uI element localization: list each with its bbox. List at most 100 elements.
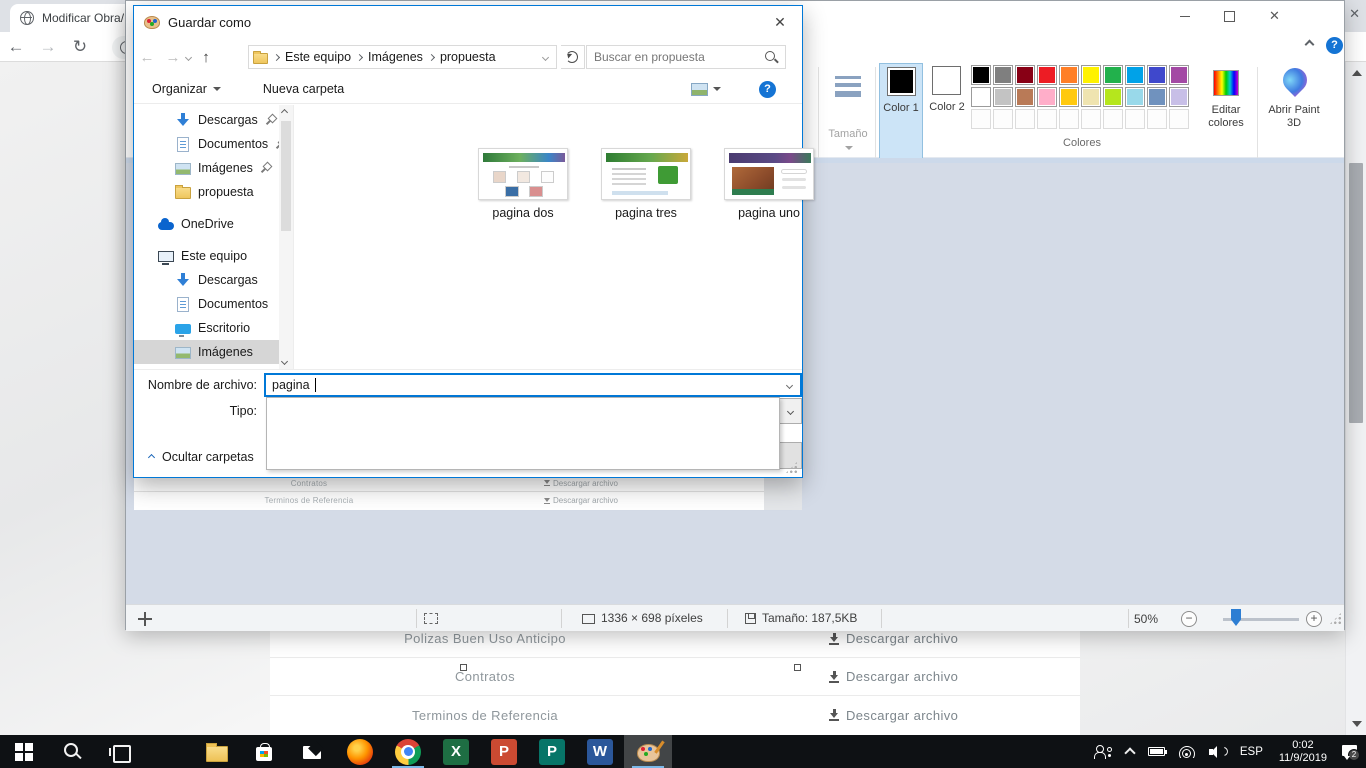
new-folder-button[interactable]: Nueva carpeta (263, 82, 344, 96)
download-link[interactable]: Descargar archivo (700, 669, 958, 684)
palette-color-swatch[interactable] (971, 65, 991, 85)
reload-icon[interactable]: ↻ (64, 37, 96, 57)
canvas-resize-handle-corner[interactable] (794, 664, 801, 671)
sidebar-item-im-genes[interactable]: Imágenes (134, 156, 279, 180)
palette-empty-slot[interactable] (971, 109, 991, 129)
taskbar-powerpoint-button[interactable] (480, 735, 528, 768)
palette-color-swatch[interactable] (1037, 65, 1057, 85)
palette-color-swatch[interactable] (1081, 87, 1101, 107)
scroll-down-icon[interactable] (1352, 721, 1362, 727)
taskbar-start-button[interactable] (0, 735, 48, 768)
palette-empty-slot[interactable] (1081, 109, 1101, 129)
network-button[interactable] (1172, 735, 1202, 768)
organize-button[interactable]: Organizar (152, 82, 221, 96)
minimize-button[interactable] (1162, 1, 1207, 31)
taskbar-word-button[interactable] (576, 735, 624, 768)
file-item[interactable]: pagina tres (596, 148, 696, 220)
breadcrumb-item[interactable]: Este equipo (285, 50, 351, 64)
palette-color-swatch[interactable] (993, 87, 1013, 107)
taskbar-edge-button[interactable] (144, 735, 192, 768)
volume-button[interactable] (1202, 735, 1232, 768)
canvas-resize-handle-bottom[interactable] (460, 664, 467, 671)
scrollbar-thumb[interactable] (1349, 163, 1363, 423)
help-icon[interactable]: ? (759, 81, 776, 98)
maximize-button[interactable] (1207, 1, 1252, 31)
save-button[interactable] (778, 442, 802, 469)
palette-color-swatch[interactable] (971, 87, 991, 107)
filename-autocomplete-panel[interactable] (266, 397, 780, 470)
filename-dropdown-icon[interactable] (786, 382, 793, 389)
sidebar-item-documentos[interactable]: Documentos (134, 292, 279, 316)
forward-icon[interactable]: → (32, 37, 64, 57)
palette-empty-slot[interactable] (1125, 109, 1145, 129)
breadcrumb-item[interactable]: Imágenes (368, 50, 423, 64)
sidebar-item-escritorio[interactable]: Escritorio (134, 316, 279, 340)
file-type-dropdown[interactable] (778, 398, 802, 424)
palette-color-swatch[interactable] (1125, 65, 1145, 85)
taskbar-mail-button[interactable] (288, 735, 336, 768)
palette-color-swatch[interactable] (1103, 87, 1123, 107)
file-item[interactable]: pagina dos (473, 148, 573, 220)
taskbar-firefox-button[interactable] (336, 735, 384, 768)
taskbar-publisher-button[interactable] (528, 735, 576, 768)
download-link[interactable]: Descargar archivo (700, 631, 958, 646)
palette-color-swatch[interactable] (1059, 65, 1079, 85)
palette-color-swatch[interactable] (1059, 87, 1079, 107)
sidebar-item-este-equipo[interactable]: Este equipo (134, 244, 279, 268)
taskbar-paint-button[interactable] (624, 735, 672, 768)
scroll-up-icon[interactable] (1352, 70, 1362, 76)
battery-button[interactable] (1141, 735, 1172, 768)
color1-button[interactable]: Color 1 (879, 63, 923, 163)
action-center-button[interactable]: 2 (1335, 735, 1366, 768)
dialog-close-button[interactable]: ✕ (766, 10, 794, 34)
views-button[interactable] (691, 83, 721, 96)
zoom-out-button[interactable]: − (1181, 611, 1197, 627)
breadcrumb-item[interactable]: propuesta (440, 50, 496, 64)
nav-forward-icon[interactable]: → (160, 49, 186, 66)
breadcrumb-dropdown-icon[interactable] (542, 53, 549, 60)
nav-up-icon[interactable]: ↑ (191, 49, 221, 66)
palette-empty-slot[interactable] (1015, 109, 1035, 129)
paint-help-icon[interactable]: ? (1326, 37, 1343, 54)
breadcrumb[interactable]: Este equipo Imágenes propuesta (248, 45, 557, 69)
palette-color-swatch[interactable] (1125, 87, 1145, 107)
taskbar-excel-button[interactable] (432, 735, 480, 768)
sidebar-item-descargas[interactable]: Descargas (134, 108, 279, 132)
sidebar-item-im-genes[interactable]: Imágenes (134, 340, 279, 364)
people-button[interactable] (1087, 735, 1119, 768)
palette-color-swatch[interactable] (1169, 65, 1189, 85)
palette-color-swatch[interactable] (1015, 87, 1035, 107)
palette-color-swatch[interactable] (1081, 65, 1101, 85)
sidebar-item-documentos[interactable]: Documentos (134, 132, 279, 156)
nav-scrollbar[interactable] (279, 105, 293, 369)
zoom-slider-thumb[interactable] (1231, 609, 1241, 626)
search-box[interactable] (586, 45, 786, 69)
palette-color-swatch[interactable] (1103, 65, 1123, 85)
palette-empty-slot[interactable] (1169, 109, 1189, 129)
download-link[interactable]: Descargar archivo (700, 708, 958, 723)
taskbar-chrome-button[interactable] (384, 735, 432, 768)
clock[interactable]: 0:0211/9/2019 (1271, 735, 1335, 768)
palette-color-swatch[interactable] (1169, 87, 1189, 107)
sidebar-item-onedrive[interactable]: OneDrive (134, 212, 279, 236)
browser-close-icon[interactable]: ✕ (1349, 6, 1360, 22)
palette-color-swatch[interactable] (1015, 65, 1035, 85)
back-icon[interactable]: ← (0, 37, 32, 57)
edit-colors-button[interactable]: Editar colores (1197, 64, 1255, 162)
zoom-in-button[interactable]: + (1306, 611, 1322, 627)
window-resize-grip[interactable] (1329, 612, 1342, 625)
nav-scrollbar-thumb[interactable] (281, 121, 291, 231)
nav-back-icon[interactable]: ← (134, 49, 160, 66)
taskbar-store-button[interactable] (240, 735, 288, 768)
taskbar-task-view-button[interactable] (96, 735, 144, 768)
palette-empty-slot[interactable] (993, 109, 1013, 129)
search-input[interactable] (587, 50, 764, 64)
open-paint3d-button[interactable]: Abrir Paint 3D (1266, 64, 1322, 162)
refresh-button[interactable] (561, 45, 585, 69)
dialog-titlebar[interactable]: Guardar como ✕ (134, 6, 802, 38)
palette-empty-slot[interactable] (1037, 109, 1057, 129)
palette-color-swatch[interactable] (993, 65, 1013, 85)
nav-scroll-down-icon[interactable] (281, 358, 288, 365)
sidebar-item-descargas[interactable]: Descargas (134, 268, 279, 292)
palette-empty-slot[interactable] (1059, 109, 1079, 129)
